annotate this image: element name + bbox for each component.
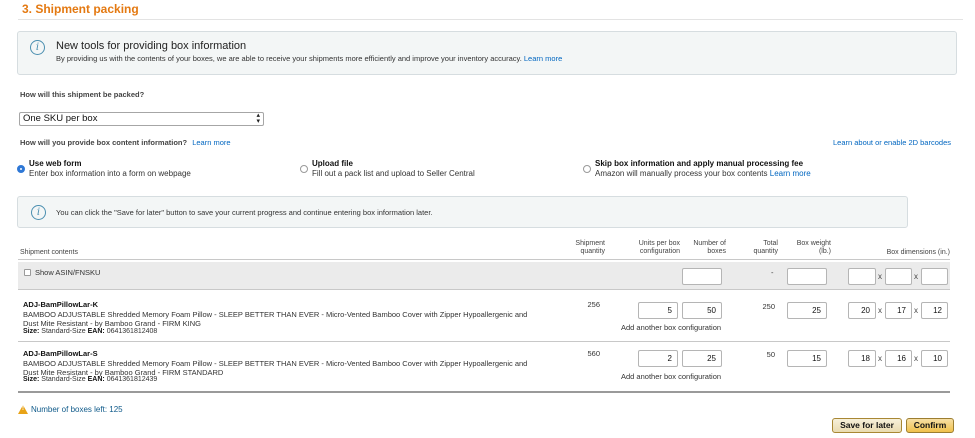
row2-length-input[interactable]: 18 [848, 350, 876, 367]
row1-weight-input[interactable]: 25 [787, 302, 827, 319]
row2-size-ean: Size: Standard-Size EAN: 0641361812439 [23, 376, 158, 383]
times-sign: x [878, 354, 882, 363]
row2-units-input[interactable]: 2 [638, 350, 678, 367]
info-learn-more-link[interactable]: Learn more [524, 54, 562, 63]
info-icon: i [31, 205, 46, 220]
header-units-per-box: Units per box configuration [638, 240, 680, 255]
bulk-total-dash: - [771, 268, 774, 277]
header-total-quantity: Total quantity [753, 240, 778, 255]
boxes-left-text: Number of boxes left: 125 [31, 405, 123, 414]
times-sign: x [914, 272, 918, 281]
header-shipment-quantity: Shipment quantity [575, 240, 605, 255]
info-body: By providing us with the contents of you… [56, 54, 562, 63]
row2-boxes-input[interactable]: 25 [682, 350, 722, 367]
header-shipment-contents: Shipment contents [20, 249, 78, 256]
header-box-weight: Box weight (lb.) [796, 240, 831, 255]
option-skip-title: Skip box information and apply manual pr… [595, 159, 804, 168]
row1-boxes-input[interactable]: 50 [682, 302, 722, 319]
confirm-button[interactable]: Confirm [906, 418, 954, 433]
row-divider [18, 341, 950, 342]
radio-web-form[interactable] [17, 165, 25, 173]
option-upload-title: Upload file [312, 159, 353, 168]
option-skip-desc-text: Amazon will manually process your box co… [595, 169, 768, 178]
warning-icon: ! [18, 405, 28, 414]
row1-shipment-quantity: 256 [587, 300, 600, 309]
row1-size-ean: Size: Standard-Size EAN: 0641361812408 [23, 328, 158, 335]
show-asin-checkbox[interactable] [24, 269, 31, 276]
option-web-form-title: Use web form [29, 159, 82, 168]
row2-sku: ADJ-BamPillowLar-S [23, 349, 98, 358]
row2-shipment-quantity: 560 [587, 349, 600, 358]
box-content-question-text: How will you provide box content informa… [20, 138, 188, 147]
row1-width-input[interactable]: 17 [885, 302, 912, 319]
info-icon: i [30, 40, 45, 55]
row2-description: BAMBOO ADJUSTABLE Shredded Memory Foam P… [23, 359, 528, 377]
info-heading: New tools for providing box information [56, 40, 247, 52]
row2-add-config-link[interactable]: Add another box configuration [621, 372, 721, 381]
option-web-form-desc: Enter box information into a form on web… [29, 169, 191, 178]
row1-height-input[interactable]: 12 [921, 302, 948, 319]
packing-select[interactable]: One SKU per box ▴ ▾ [19, 112, 264, 126]
box-content-question: How will you provide box content informa… [20, 138, 231, 147]
show-asin-label: Show ASIN/FNSKU [35, 268, 101, 277]
row2-width-input[interactable]: 16 [885, 350, 912, 367]
header-number-of-boxes: Number of boxes [693, 240, 726, 255]
info-body-text: By providing us with the contents of you… [56, 54, 522, 63]
times-sign: x [878, 272, 882, 281]
row2-height-input[interactable]: 10 [921, 350, 948, 367]
save-note-banner: i You can click the "Save for later" but… [17, 196, 908, 228]
row1-total-quantity: 250 [762, 302, 775, 311]
row1-units-input[interactable]: 5 [638, 302, 678, 319]
radio-skip-box-info[interactable] [583, 165, 591, 173]
times-sign: x [914, 354, 918, 363]
section-title: 3. Shipment packing [22, 2, 139, 16]
row1-length-input[interactable]: 20 [848, 302, 876, 319]
barcodes-link[interactable]: Learn about or enable 2D barcodes [833, 138, 951, 147]
box-content-learn-more-link[interactable]: Learn more [192, 138, 230, 147]
packing-question: How will this shipment be packed? [20, 90, 145, 99]
option-upload-desc: Fill out a pack list and upload to Selle… [312, 169, 475, 178]
option-skip-desc: Amazon will manually process your box co… [595, 169, 811, 178]
row2-total-quantity: 50 [766, 350, 775, 359]
bulk-boxes-input[interactable] [682, 268, 722, 285]
row-divider [18, 289, 950, 290]
select-arrows-icon: ▴ ▾ [256, 112, 260, 125]
row1-sku: ADJ-BamPillowLar-K [23, 300, 99, 309]
bulk-weight-input[interactable] [787, 268, 827, 285]
radio-upload-file[interactable] [300, 165, 308, 173]
header-box-dimensions: Box dimensions (in.) [886, 249, 950, 256]
table-bottom-rule [18, 391, 950, 393]
bulk-width-input[interactable] [885, 268, 912, 285]
bulk-edit-row: Show ASIN/FNSKU - x x [18, 262, 950, 289]
row1-description: BAMBOO ADJUSTABLE Shredded Memory Foam P… [23, 310, 528, 328]
bulk-length-input[interactable] [848, 268, 876, 285]
times-sign: x [914, 306, 918, 315]
row2-weight-input[interactable]: 15 [787, 350, 827, 367]
save-for-later-button[interactable]: Save for later [832, 418, 902, 433]
info-banner: i New tools for providing box informatio… [17, 31, 957, 75]
title-divider [18, 19, 963, 20]
packing-select-value: One SKU per box [23, 113, 98, 124]
row1-add-config-link[interactable]: Add another box configuration [621, 323, 721, 332]
option-skip-learn-more-link[interactable]: Learn more [770, 169, 811, 178]
bulk-height-input[interactable] [921, 268, 948, 285]
table-header-rule [18, 259, 950, 260]
times-sign: x [878, 306, 882, 315]
save-note-text: You can click the "Save for later" butto… [56, 208, 433, 217]
